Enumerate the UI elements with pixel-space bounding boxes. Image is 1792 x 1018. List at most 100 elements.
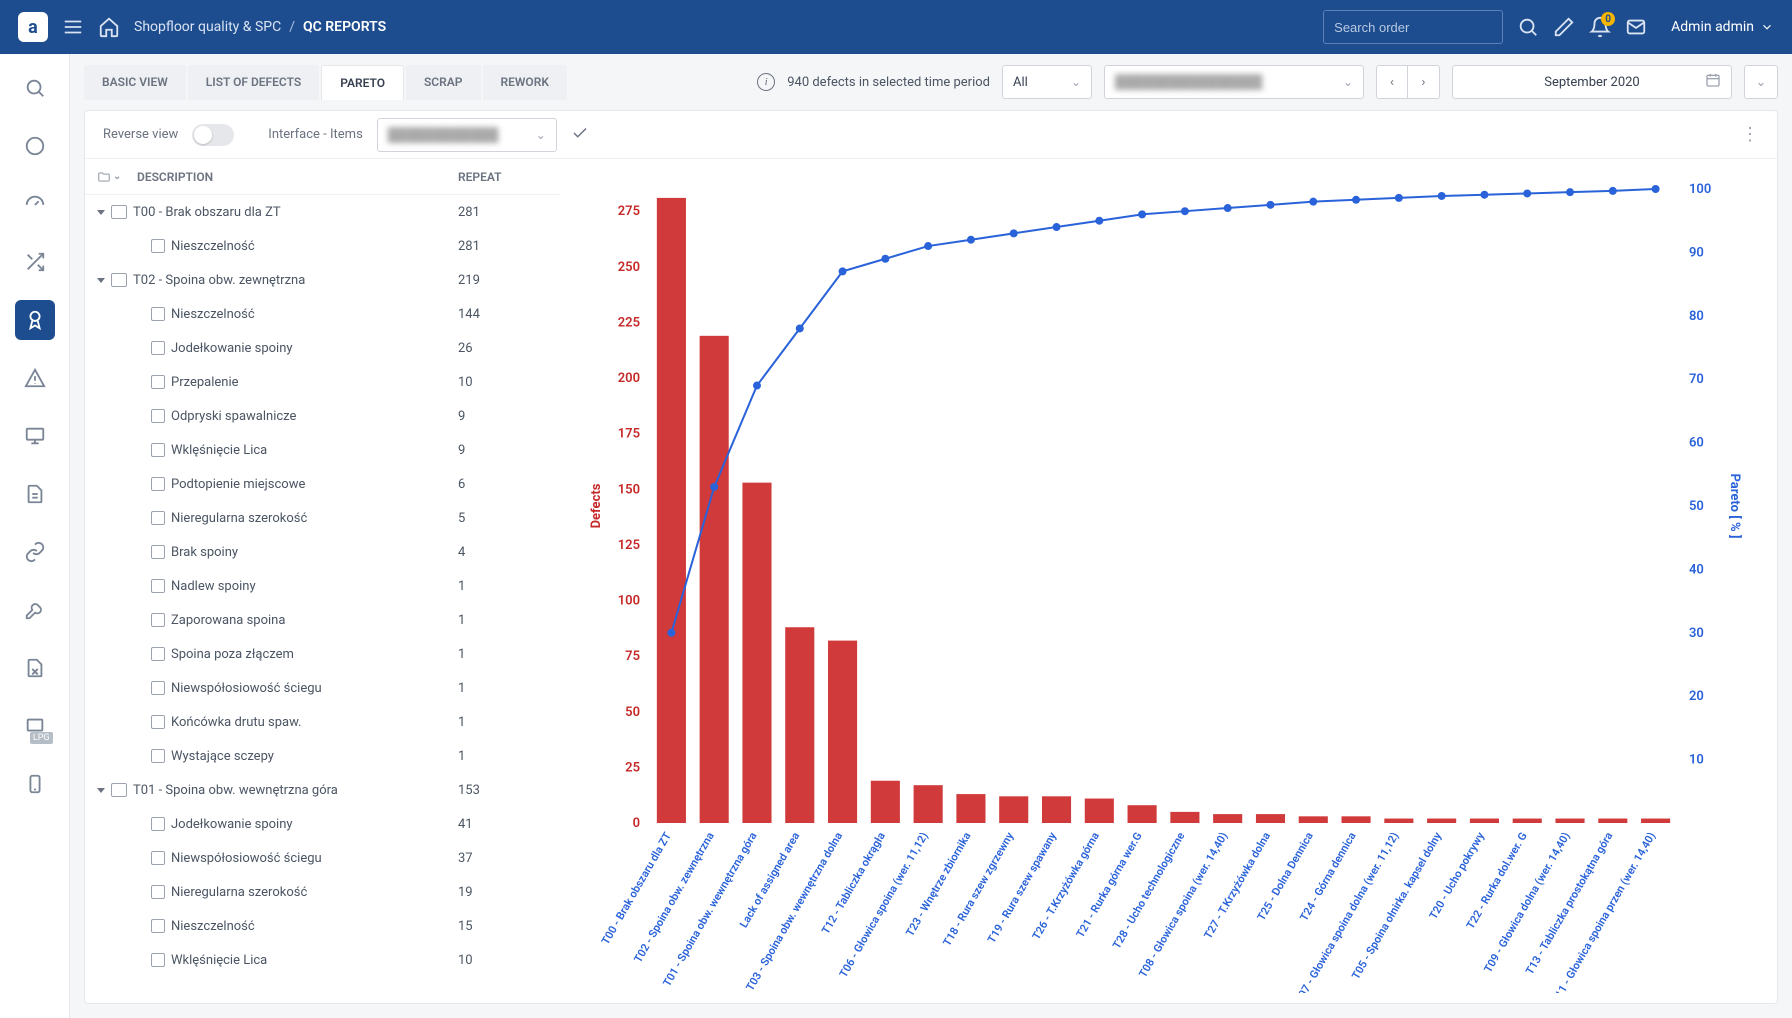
tree-item-row[interactable]: Spoina poza złączem1 (85, 637, 560, 671)
tree-item-row[interactable]: Nieszczelność 15 (85, 909, 560, 943)
filter-1-value: All (1013, 75, 1028, 90)
sidebar-item-monitor[interactable] (15, 416, 55, 456)
tree-item-row[interactable]: Końcówka drutu spaw.1 (85, 705, 560, 739)
tree-row-repeat: 15 (458, 919, 548, 934)
breadcrumb-parent[interactable]: Shopfloor quality & SPC (134, 19, 281, 35)
chart-panel: 0255075100125150175200225250275102030405… (560, 159, 1777, 1003)
svg-text:T05 - Spoina ołnirka. kapsel d: T05 - Spoina ołnirka. kapsel dolny (1349, 830, 1444, 982)
file-icon (151, 817, 165, 831)
tree-row-label: Odpryski spawalnicze (171, 409, 296, 424)
tree-item-row[interactable]: Zaporowana spoina1 (85, 603, 560, 637)
sidebar-item-gauge[interactable] (15, 184, 55, 224)
tree-row-repeat: 10 (458, 953, 548, 968)
calendar-icon (1705, 72, 1721, 92)
tree-item-row[interactable]: Nieregularna szerokość19 (85, 875, 560, 909)
date-mode-dropdown[interactable]: ⌄ (1744, 65, 1778, 99)
tree-item-row[interactable]: Wystające sczepy1 (85, 739, 560, 773)
sidebar-item-spreadsheet[interactable] (15, 648, 55, 688)
sidebar-item-circle[interactable] (15, 126, 55, 166)
tree-item-row[interactable]: Podtopienie miejscowe6 (85, 467, 560, 501)
tree-group-row[interactable]: T01 - Spoina obw. wewnętrzna góra153 (85, 773, 560, 807)
tree-group-row[interactable]: T02 - Spoina obw. zewnętrzna219 (85, 263, 560, 297)
tree-item-row[interactable]: Nieszczelność144 (85, 297, 560, 331)
svg-text:250: 250 (618, 260, 640, 275)
chevron-down-icon: ⌄ (1071, 75, 1081, 89)
sidebar-item-search[interactable] (15, 68, 55, 108)
user-name: Admin admin (1671, 19, 1754, 35)
tree-body[interactable]: T00 - Brak obszaru dla ZT281Nieszczelnoś… (85, 195, 560, 1003)
tree-row-label: Wklęśnięcie Lica (171, 953, 267, 968)
tree-item-row[interactable]: Niewspółosiowość ściegu1 (85, 671, 560, 705)
prev-button[interactable]: ‹ (1376, 65, 1408, 99)
tree-item-row[interactable]: Wklęśnięcie Lica 10 (85, 943, 560, 977)
tab-list-of-defects[interactable]: LIST OF DEFECTS (188, 65, 319, 100)
tree-item-row[interactable]: Niewspółosiowość ściegu37 (85, 841, 560, 875)
panel-controls: Reverse view Interface - Items █████████… (85, 111, 1777, 159)
app-logo[interactable]: a (18, 12, 48, 42)
sidebar-item-shuffle[interactable] (15, 242, 55, 282)
home-icon[interactable] (98, 16, 120, 38)
tree-row-repeat: 9 (458, 409, 548, 424)
tab-scrap[interactable]: SCRAP (406, 65, 481, 100)
top-bar: a Shopfloor quality & SPC / QC REPORTS 0… (0, 0, 1792, 54)
file-icon (151, 443, 165, 457)
interface-dropdown[interactable]: ████████████ ⌄ (377, 118, 557, 152)
next-button[interactable]: › (1408, 65, 1440, 99)
tree-item-row[interactable]: Brak spoiny4 (85, 535, 560, 569)
user-menu[interactable]: Admin admin (1671, 19, 1774, 35)
search-icon[interactable] (1517, 16, 1539, 38)
tree-row-repeat: 1 (458, 681, 548, 696)
edit-icon[interactable] (1553, 16, 1575, 38)
folder-menu[interactable]: ⌄ (97, 170, 127, 184)
tree-item-row[interactable]: Nieregularna szerokość5 (85, 501, 560, 535)
tree-group-row[interactable]: T00 - Brak obszaru dla ZT281 (85, 195, 560, 229)
tree-row-label: Przepalenie (171, 375, 239, 390)
search-input[interactable] (1323, 10, 1503, 44)
tree-row-label: T02 - Spoina obw. zewnętrzna (133, 273, 305, 288)
tree-item-row[interactable]: Nieszczelność281 (85, 229, 560, 263)
sidebar-item-lpg[interactable]: LPG (15, 706, 55, 746)
sidebar-item-alert[interactable] (15, 358, 55, 398)
folder-open-icon (111, 783, 127, 797)
filter-2-dropdown[interactable]: ████████████████ ⌄ (1104, 65, 1364, 99)
sidebar-item-link[interactable] (15, 532, 55, 572)
sidebar-item-mobile[interactable] (15, 764, 55, 804)
chevron-down-icon: ⌄ (536, 128, 546, 142)
apply-button[interactable] (571, 124, 589, 146)
notification-icon[interactable]: 0 (1589, 16, 1611, 38)
tree-row-repeat: 281 (458, 239, 548, 254)
tree-row-repeat: 5 (458, 511, 548, 526)
mail-icon[interactable] (1625, 16, 1647, 38)
file-icon (151, 239, 165, 253)
tree-item-row[interactable]: Nadlew spoiny1 (85, 569, 560, 603)
tab-pareto[interactable]: PARETO (321, 65, 404, 100)
more-menu[interactable]: ⋮ (1741, 124, 1759, 145)
date-pager: ‹ › (1376, 65, 1440, 99)
tree-item-row[interactable]: Przepalenie 10 (85, 365, 560, 399)
menu-icon[interactable] (62, 16, 84, 38)
svg-text:75: 75 (625, 649, 640, 664)
sidebar-item-quality[interactable] (15, 300, 55, 340)
filter-1-dropdown[interactable]: All ⌄ (1002, 65, 1092, 99)
tab-basic-view[interactable]: BASIC VIEW (84, 65, 186, 100)
tree-row-label: Podtopienie miejscowe (171, 477, 305, 492)
file-icon (151, 409, 165, 423)
sidebar-item-tool[interactable] (15, 590, 55, 630)
tree-item-row[interactable]: Jodełkowanie spoiny41 (85, 807, 560, 841)
reverse-view-toggle[interactable] (192, 124, 234, 146)
date-range-picker[interactable]: September 2020 (1452, 65, 1732, 99)
tree-row-repeat: 37 (458, 851, 548, 866)
tree-row-label: Nieszczelność (171, 919, 255, 934)
sidebar-item-document[interactable] (15, 474, 55, 514)
svg-text:10: 10 (1689, 753, 1704, 768)
tab-rework[interactable]: REWORK (483, 65, 567, 100)
tree-item-row[interactable]: Jodełkowanie spoiny26 (85, 331, 560, 365)
info-icon: i (757, 73, 775, 91)
main-panel: Reverse view Interface - Items █████████… (84, 110, 1778, 1004)
tree-item-row[interactable]: Odpryski spawalnicze 9 (85, 399, 560, 433)
file-icon (151, 681, 165, 695)
column-repeat: REPEAT (458, 170, 548, 184)
tree-item-row[interactable]: Wklęśnięcie Lica9 (85, 433, 560, 467)
file-icon (151, 375, 165, 389)
tree-row-repeat: 10 (458, 375, 548, 390)
